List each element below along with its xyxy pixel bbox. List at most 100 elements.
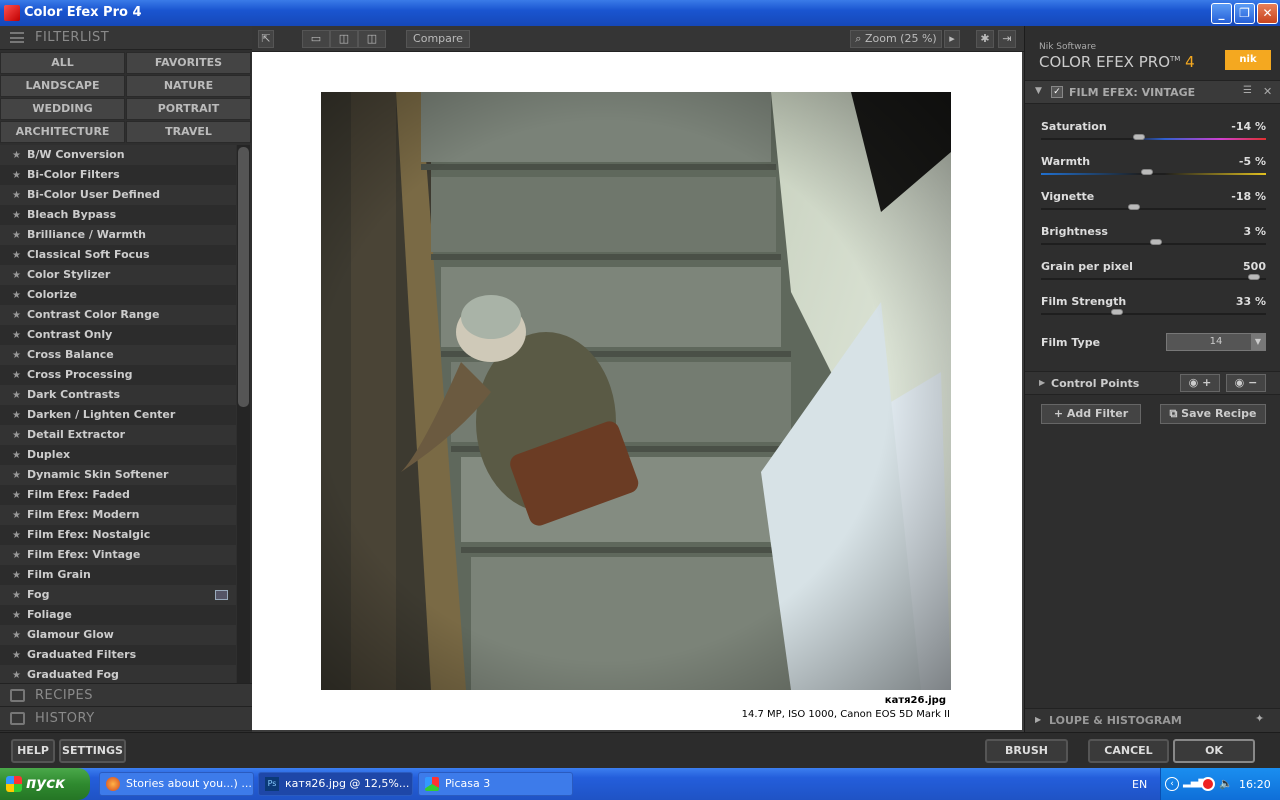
save-recipe-button[interactable]: ⧉ Save Recipe <box>1160 404 1266 424</box>
slider-handle[interactable] <box>1128 204 1141 210</box>
filter-item[interactable]: ★ Cross Processing <box>0 365 236 385</box>
history-header[interactable]: HISTORY <box>0 707 252 731</box>
filter-item[interactable]: ★ Bleach Bypass <box>0 205 236 225</box>
slider-track[interactable] <box>1041 208 1266 210</box>
category-landscape[interactable]: LANDSCAPE <box>0 75 125 97</box>
minimize-button[interactable]: _ <box>1211 3 1232 24</box>
filter-item[interactable]: ★ Film Efex: Vintage <box>0 545 236 565</box>
scrollbar-thumb[interactable] <box>238 147 249 407</box>
filter-item[interactable]: ★ Dynamic Skin Softener <box>0 465 236 485</box>
slider-value[interactable]: 3 % <box>1243 225 1266 238</box>
star-icon[interactable]: ★ <box>12 170 21 181</box>
brush-button[interactable]: BRUSH <box>985 739 1068 763</box>
recipes-header[interactable]: RECIPES <box>0 683 252 707</box>
single-view-icon[interactable]: ▭ <box>302 30 330 48</box>
star-icon[interactable]: ★ <box>12 470 21 481</box>
filter-item[interactable]: ★ Bi-Color User Defined <box>0 185 236 205</box>
filter-item[interactable]: ★ B/W Conversion <box>0 145 236 165</box>
filter-item[interactable]: ★ Graduated Fog <box>0 665 236 685</box>
star-icon[interactable]: ★ <box>12 370 21 381</box>
category-architecture[interactable]: ARCHITECTURE <box>0 121 125 143</box>
volume-icon[interactable]: 🔈 <box>1219 777 1233 790</box>
filter-item[interactable]: ★ Colorize <box>0 285 236 305</box>
remove-control-point-button[interactable]: ◉ − <box>1226 374 1266 392</box>
slider-value[interactable]: -14 % <box>1231 120 1266 133</box>
filter-close-icon[interactable]: ✕ <box>1263 85 1272 98</box>
filter-item[interactable]: ★ Graduated Filters <box>0 645 236 665</box>
filter-item[interactable]: ★ Glamour Glow <box>0 625 236 645</box>
star-icon[interactable]: ★ <box>12 190 21 201</box>
tray-expand-icon[interactable]: ‹ <box>1165 777 1179 791</box>
maximize-button[interactable]: ❐ <box>1234 3 1255 24</box>
filter-item[interactable]: ★ Classical Soft Focus <box>0 245 236 265</box>
filter-menu-icon[interactable]: ☰ <box>1243 85 1252 96</box>
filter-item[interactable]: ★ Detail Extractor <box>0 425 236 445</box>
star-icon[interactable]: ★ <box>12 310 21 321</box>
slider-handle[interactable] <box>1141 169 1154 175</box>
add-filter-button[interactable]: + Add Filter <box>1041 404 1141 424</box>
filter-list-scrollbar[interactable] <box>237 145 250 705</box>
taskbar-item-firefox[interactable]: Stories about you...) ... <box>99 772 254 796</box>
slider-track[interactable] <box>1041 313 1266 315</box>
compare-button[interactable]: Compare <box>406 30 470 48</box>
star-icon[interactable]: ★ <box>12 510 21 521</box>
lightbulb-icon[interactable]: ✱ <box>976 30 994 48</box>
filter-item[interactable]: ★ Darken / Lighten Center <box>0 405 236 425</box>
zoom-control[interactable]: ⌕ Zoom (25 %) <box>850 30 942 48</box>
star-icon[interactable]: ★ <box>12 570 21 581</box>
film-type-select[interactable]: 14 ▼ <box>1166 333 1266 351</box>
filter-item[interactable]: ★ Fog <box>0 585 236 605</box>
star-icon[interactable]: ★ <box>12 150 21 161</box>
slider-value[interactable]: 500 <box>1243 260 1266 273</box>
filter-item[interactable]: ★ Film Grain <box>0 565 236 585</box>
category-portrait[interactable]: PORTRAIT <box>126 98 251 120</box>
slider-track[interactable] <box>1041 138 1266 140</box>
ok-button[interactable]: OK <box>1173 739 1255 763</box>
category-wedding[interactable]: WEDDING <box>0 98 125 120</box>
slider-value[interactable]: -18 % <box>1231 190 1266 203</box>
filter-item[interactable]: ★ Contrast Color Range <box>0 305 236 325</box>
category-favorites[interactable]: FAVORITES <box>126 52 251 74</box>
filterlist-header[interactable]: FILTERLIST <box>0 26 252 50</box>
star-icon[interactable]: ★ <box>12 610 21 621</box>
slider-handle[interactable] <box>1132 134 1145 140</box>
start-button[interactable]: пуск <box>0 768 90 800</box>
taskbar-item-picasa[interactable]: Picasa 3 <box>418 772 573 796</box>
filter-item[interactable]: ★ Foliage <box>0 605 236 625</box>
filter-item[interactable]: ★ Contrast Only <box>0 325 236 345</box>
filter-item[interactable]: ★ Cross Balance <box>0 345 236 365</box>
star-icon[interactable]: ★ <box>12 350 21 361</box>
slider-handle[interactable] <box>1149 239 1162 245</box>
slider-track[interactable] <box>1041 173 1266 175</box>
star-icon[interactable]: ★ <box>12 230 21 241</box>
expand-icon[interactable]: ▶ <box>1039 378 1045 387</box>
slider-track[interactable] <box>1041 278 1266 280</box>
star-icon[interactable]: ★ <box>12 390 21 401</box>
help-button[interactable]: HELP <box>11 739 55 763</box>
star-icon[interactable]: ★ <box>12 550 21 561</box>
filter-item[interactable]: ★ Dark Contrasts <box>0 385 236 405</box>
star-icon[interactable]: ★ <box>12 270 21 281</box>
star-icon[interactable]: ★ <box>12 450 21 461</box>
filter-enable-checkbox[interactable]: ✓ <box>1051 86 1063 98</box>
antivirus-icon[interactable] <box>1201 777 1215 791</box>
star-icon[interactable]: ★ <box>12 210 21 221</box>
star-icon[interactable]: ★ <box>12 490 21 501</box>
loupe-histogram-header[interactable]: ▶ LOUPE & HISTOGRAM ✦ <box>1025 708 1280 732</box>
star-icon[interactable]: ★ <box>12 410 21 421</box>
filter-item[interactable]: ★ Duplex <box>0 445 236 465</box>
side-by-side-view-icon[interactable]: ◫ <box>358 30 386 48</box>
slider-value[interactable]: -5 % <box>1239 155 1266 168</box>
language-indicator[interactable]: EN <box>1132 778 1147 791</box>
panel-toggle-icon[interactable]: ⇥ <box>998 30 1016 48</box>
star-icon[interactable]: ★ <box>12 670 21 681</box>
filter-item[interactable]: ★ Film Efex: Nostalgic <box>0 525 236 545</box>
add-control-point-button[interactable]: ◉ + <box>1180 374 1220 392</box>
filter-item[interactable]: ★ Film Efex: Faded <box>0 485 236 505</box>
category-nature[interactable]: NATURE <box>126 75 251 97</box>
cancel-button[interactable]: CANCEL <box>1088 739 1169 763</box>
filter-item[interactable]: ★ Bi-Color Filters <box>0 165 236 185</box>
star-icon[interactable]: ★ <box>12 630 21 641</box>
slider-value[interactable]: 33 % <box>1236 295 1266 308</box>
collapse-icon[interactable]: ▼ <box>1035 86 1042 96</box>
